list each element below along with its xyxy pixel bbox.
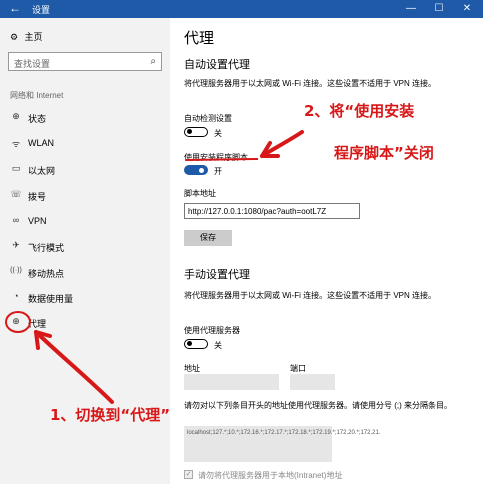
script-address-label: 脚本地址	[184, 189, 216, 198]
sidebar-item-airplane[interactable]: ✈ 飞行模式	[0, 238, 170, 256]
sidebar-item-data-usage[interactable]: ◔ 数据使用量	[0, 289, 170, 307]
wlan-icon: ᯤ	[11, 139, 21, 149]
sidebar-item-label: VPN	[28, 216, 47, 226]
data-usage-icon: ◔	[13, 291, 19, 301]
toggle-knob	[187, 341, 192, 346]
sidebar-item-home[interactable]: ⚙ 主页	[10, 30, 43, 43]
sidebar-item-proxy[interactable]: ⊕ 代理	[0, 314, 170, 332]
gear-icon: ⚙	[10, 32, 19, 42]
minimize-button[interactable]: —	[400, 0, 422, 18]
sidebar-item-label: WLAN	[28, 138, 55, 148]
use-proxy-toggle[interactable]	[184, 339, 208, 349]
sidebar-item-ethernet[interactable]: ▭ 以太网	[0, 161, 170, 179]
manual-proxy-heading: 手动设置代理	[184, 269, 250, 281]
dialup-icon: ☏	[10, 189, 22, 199]
status-icon: ⊕	[12, 111, 20, 121]
page-title: 代理	[184, 30, 215, 47]
search-icon: ⌕	[150, 56, 156, 67]
title-bar: ← 设置 — ☐ ✕	[0, 0, 483, 18]
manual-proxy-description: 将代理服务器用于以太网或 Wi-Fi 连接。这些设置不适用于 VPN 连接。	[184, 291, 436, 300]
vpn-icon: ∞	[12, 215, 20, 225]
toggle-knob	[199, 167, 204, 173]
search-input[interactable]: 查找设置 ⌕	[8, 52, 162, 71]
sidebar-item-label: 飞行模式	[28, 243, 65, 253]
exceptions-description: 请勿对以下列条目开头的地址使用代理服务器。请使用分号 (;) 来分隔条目。	[184, 401, 452, 410]
sidebar-item-hotspot[interactable]: ((·)) 移动热点	[0, 264, 170, 282]
window-title: 设置	[32, 5, 51, 15]
setup-script-state: 开	[214, 167, 222, 176]
sidebar-item-vpn[interactable]: ∞ VPN	[0, 213, 170, 231]
auto-detect-toggle[interactable]	[184, 127, 208, 137]
auto-detect-label: 自动检测设置	[184, 114, 232, 123]
proxy-port-label: 端口	[290, 364, 306, 373]
ethernet-icon: ▭	[11, 163, 21, 173]
home-label: 主页	[24, 32, 43, 42]
sidebar-item-label: 代理	[28, 319, 47, 329]
local-bypass-checkbox[interactable]: ✓	[184, 470, 193, 479]
setup-script-label: 使用安装程序脚本	[184, 153, 248, 162]
sidebar-item-label: 状态	[28, 114, 47, 124]
save-button[interactable]: 保存	[184, 230, 232, 246]
setup-script-toggle[interactable]	[184, 165, 208, 175]
main-content: 代理 自动设置代理 将代理服务器用于以太网或 Wi-Fi 连接。这些设置不适用于…	[170, 18, 483, 484]
sidebar-item-status[interactable]: ⊕ 状态	[0, 109, 170, 127]
sidebar-item-dialup[interactable]: ☏ 拨号	[0, 187, 170, 205]
airplane-icon: ✈	[12, 240, 20, 250]
sidebar-item-wlan[interactable]: ᯤ WLAN	[0, 135, 170, 153]
sidebar: ⚙ 主页 查找设置 ⌕ 网络和 Internet ⊕ 状态 ᯤ WLAN ▭ 以…	[0, 18, 170, 484]
maximize-button[interactable]: ☐	[428, 0, 450, 18]
sidebar-item-label: 移动热点	[28, 269, 65, 279]
use-proxy-state: 关	[214, 341, 222, 350]
exceptions-textarea[interactable]: localhost;127.*;10.*;172.16.*;172.17.*;1…	[184, 426, 381, 462]
local-bypass-label: 请勿将代理服务器用于本地(Intranet)地址	[198, 471, 343, 480]
search-placeholder: 查找设置	[14, 59, 51, 69]
sidebar-item-label: 拨号	[28, 192, 47, 202]
hotspot-icon: ((·))	[10, 267, 22, 274]
toggle-knob	[187, 129, 192, 134]
section-label: 网络和 Internet	[10, 91, 64, 100]
use-proxy-label: 使用代理服务器	[184, 326, 240, 335]
proxy-address-field[interactable]	[184, 374, 279, 390]
auto-proxy-description: 将代理服务器用于以太网或 Wi-Fi 连接。这些设置不适用于 VPN 连接。	[184, 79, 436, 88]
script-address-field[interactable]: http://127.0.0.1:1080/pac?auth=ootL7Z	[184, 203, 360, 219]
proxy-address-label: 地址	[184, 364, 200, 373]
proxy-icon: ⊕	[12, 316, 20, 326]
close-button[interactable]: ✕	[456, 0, 478, 18]
back-arrow-icon[interactable]: ←	[8, 1, 22, 15]
sidebar-item-label: 以太网	[28, 166, 56, 176]
proxy-port-field[interactable]	[290, 374, 335, 390]
auto-proxy-heading: 自动设置代理	[184, 59, 250, 71]
sidebar-item-label: 数据使用量	[28, 294, 74, 304]
auto-detect-state: 关	[214, 129, 222, 138]
